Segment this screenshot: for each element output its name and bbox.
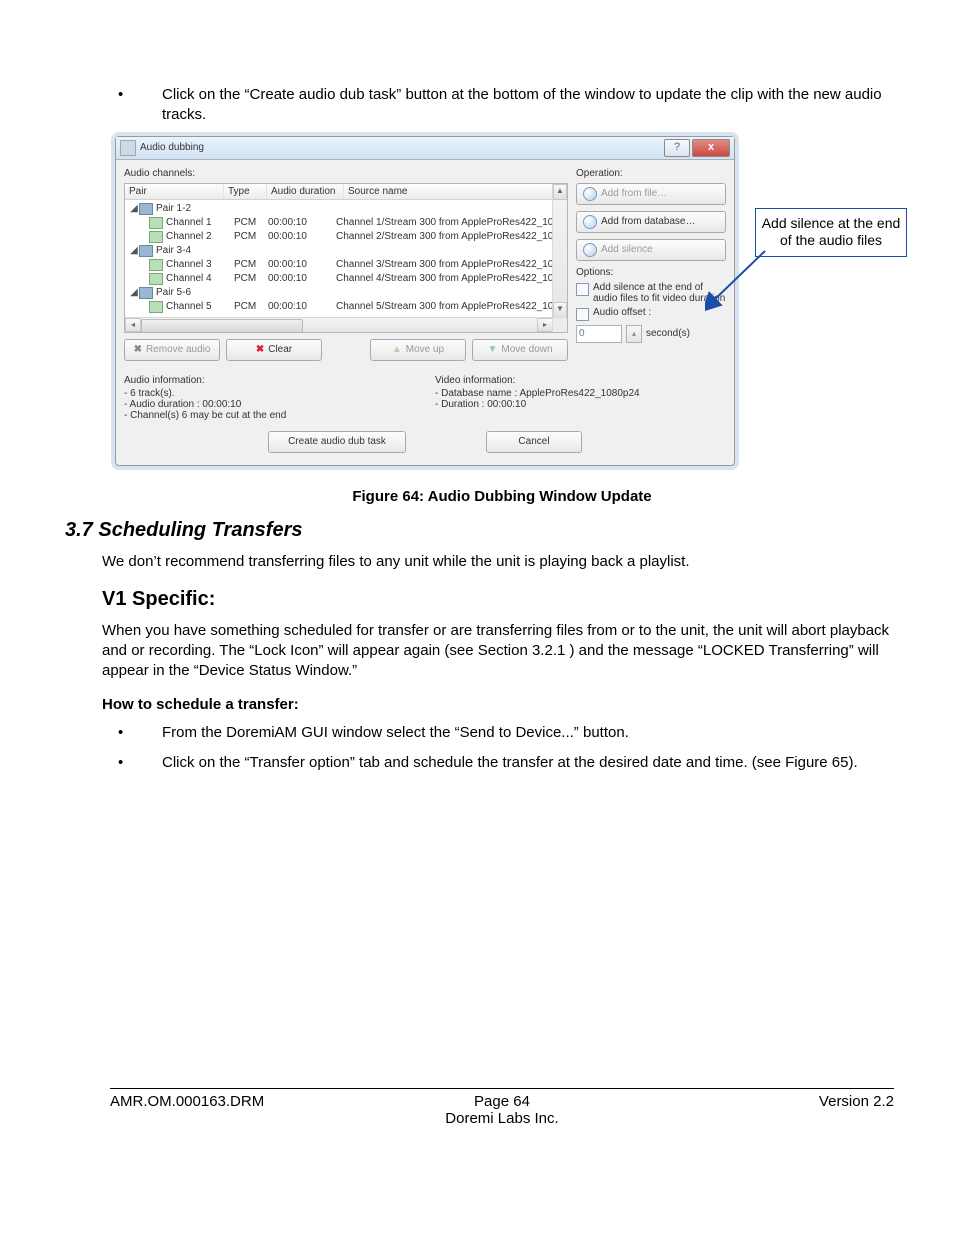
window-icon <box>120 140 136 156</box>
figure-caption: Figure 64: Audio Dubbing Window Update <box>110 488 894 505</box>
pair-row[interactable]: ◢ Pair 5-6 <box>125 286 553 300</box>
section-3-7-heading: 3.7 Scheduling Transfers <box>65 519 894 542</box>
pair-row[interactable]: ◢ Pair 3-4 <box>125 244 553 258</box>
titlebar: Audio dubbing ? x <box>116 137 734 160</box>
intro-bullet: Click on the “Create audio dub task” but… <box>140 85 894 126</box>
move-down-button[interactable]: ▼Move down <box>472 339 568 361</box>
pair-name: Pair 3-4 <box>156 245 246 256</box>
audio-offset-input[interactable]: 0 <box>576 325 622 343</box>
pair-name: Pair 5-6 <box>156 287 246 298</box>
v1-specific-heading: V1 Specific: <box>102 588 894 611</box>
vertical-scrollbar[interactable]: ▲▼ <box>552 184 567 318</box>
col-pair: Pair <box>125 184 224 199</box>
add-from-file-icon <box>583 187 597 201</box>
add-silence-icon <box>583 243 597 257</box>
remove-audio-button[interactable]: ✖Remove audio <box>124 339 220 361</box>
audio-information: Audio information: - 6 track(s). - Audio… <box>124 375 415 421</box>
how-to-schedule-heading: How to schedule a transfer: <box>102 696 894 713</box>
help-button[interactable]: ? <box>664 139 690 157</box>
channel-row[interactable]: Channel 2 PCM 00:00:10 Channel 2/Stream … <box>125 230 553 244</box>
page-footer: AMR.OM.000163.DRM Page 64 Version 2.2 Do… <box>110 1088 894 1127</box>
callout-add-silence: Add silence at the end of the audio file… <box>755 208 907 257</box>
channels-list[interactable]: Pair Type Audio duration Source name ◢ P… <box>124 183 568 333</box>
cancel-button[interactable]: Cancel <box>486 431 582 453</box>
audio-dubbing-window: Audio dubbing ? x Audio channels: Pair T… <box>115 136 735 466</box>
add-from-database-button[interactable]: Add from database… <box>576 211 726 233</box>
p-v1-specific: When you have something scheduled for tr… <box>102 621 894 682</box>
p-no-transfer-during-playback: We don’t recommend transferring files to… <box>102 552 894 572</box>
move-up-button[interactable]: ▲Move up <box>370 339 466 361</box>
create-audio-dub-task-button[interactable]: Create audio dub task <box>268 431 406 453</box>
channel-row[interactable]: Channel 1 PCM 00:00:10 Channel 1/Stream … <box>125 216 553 230</box>
clear-button[interactable]: ✖Clear <box>226 339 322 361</box>
footer-doc-id: AMR.OM.000163.DRM <box>110 1093 371 1110</box>
audio-channels-label: Audio channels: <box>124 168 568 179</box>
pair-row[interactable]: ◢ Pair 1-2 <box>125 202 553 216</box>
intro-bullet-text: Click on the “Create audio dub task” but… <box>162 86 882 123</box>
horizontal-scrollbar[interactable]: ◂▸ <box>125 317 553 332</box>
pair-name: Pair 1-2 <box>156 203 246 214</box>
footer-version: Version 2.2 <box>633 1093 894 1110</box>
li-transfer-option: Click on the “Transfer option” tab and s… <box>140 753 894 773</box>
list-header: Pair Type Audio duration Source name <box>125 184 567 200</box>
channel-row[interactable]: Channel 4 PCM 00:00:10 Channel 4/Stream … <box>125 272 553 286</box>
col-source: Source name <box>344 184 567 199</box>
add-from-database-icon <box>583 215 597 229</box>
add-silence-button[interactable]: Add silence <box>576 239 726 261</box>
col-type: Type <box>224 184 267 199</box>
offset-unit-label: second(s) <box>646 328 690 339</box>
options-label: Options: <box>576 267 726 278</box>
video-information: Video information: - Database name : App… <box>435 375 726 421</box>
document-page: Click on the “Create audio dub task” but… <box>0 0 954 1155</box>
col-duration: Audio duration <box>267 184 344 199</box>
footer-org: Doremi Labs Inc. <box>110 1110 894 1127</box>
figure-64: Audio dubbing ? x Audio channels: Pair T… <box>115 136 894 466</box>
add-from-file-button[interactable]: Add from file… <box>576 183 726 205</box>
audio-offset-checkbox[interactable]: Audio offset : <box>576 307 726 321</box>
channel-row[interactable]: Channel 3 PCM 00:00:10 Channel 3/Stream … <box>125 258 553 272</box>
window-title: Audio dubbing <box>140 142 204 153</box>
channel-row[interactable]: Channel 5 PCM 00:00:10 Channel 5/Stream … <box>125 300 553 314</box>
li-send-to-device: From the DoremiAM GUI window select the … <box>140 723 894 743</box>
footer-page-number: Page 64 <box>371 1093 632 1110</box>
add-silence-tail-checkbox[interactable]: Add silence at the end of audio files to… <box>576 282 726 305</box>
close-button[interactable]: x <box>692 139 730 157</box>
operation-label: Operation: <box>576 168 726 179</box>
audio-offset-spinner[interactable]: ▴ <box>626 325 642 343</box>
